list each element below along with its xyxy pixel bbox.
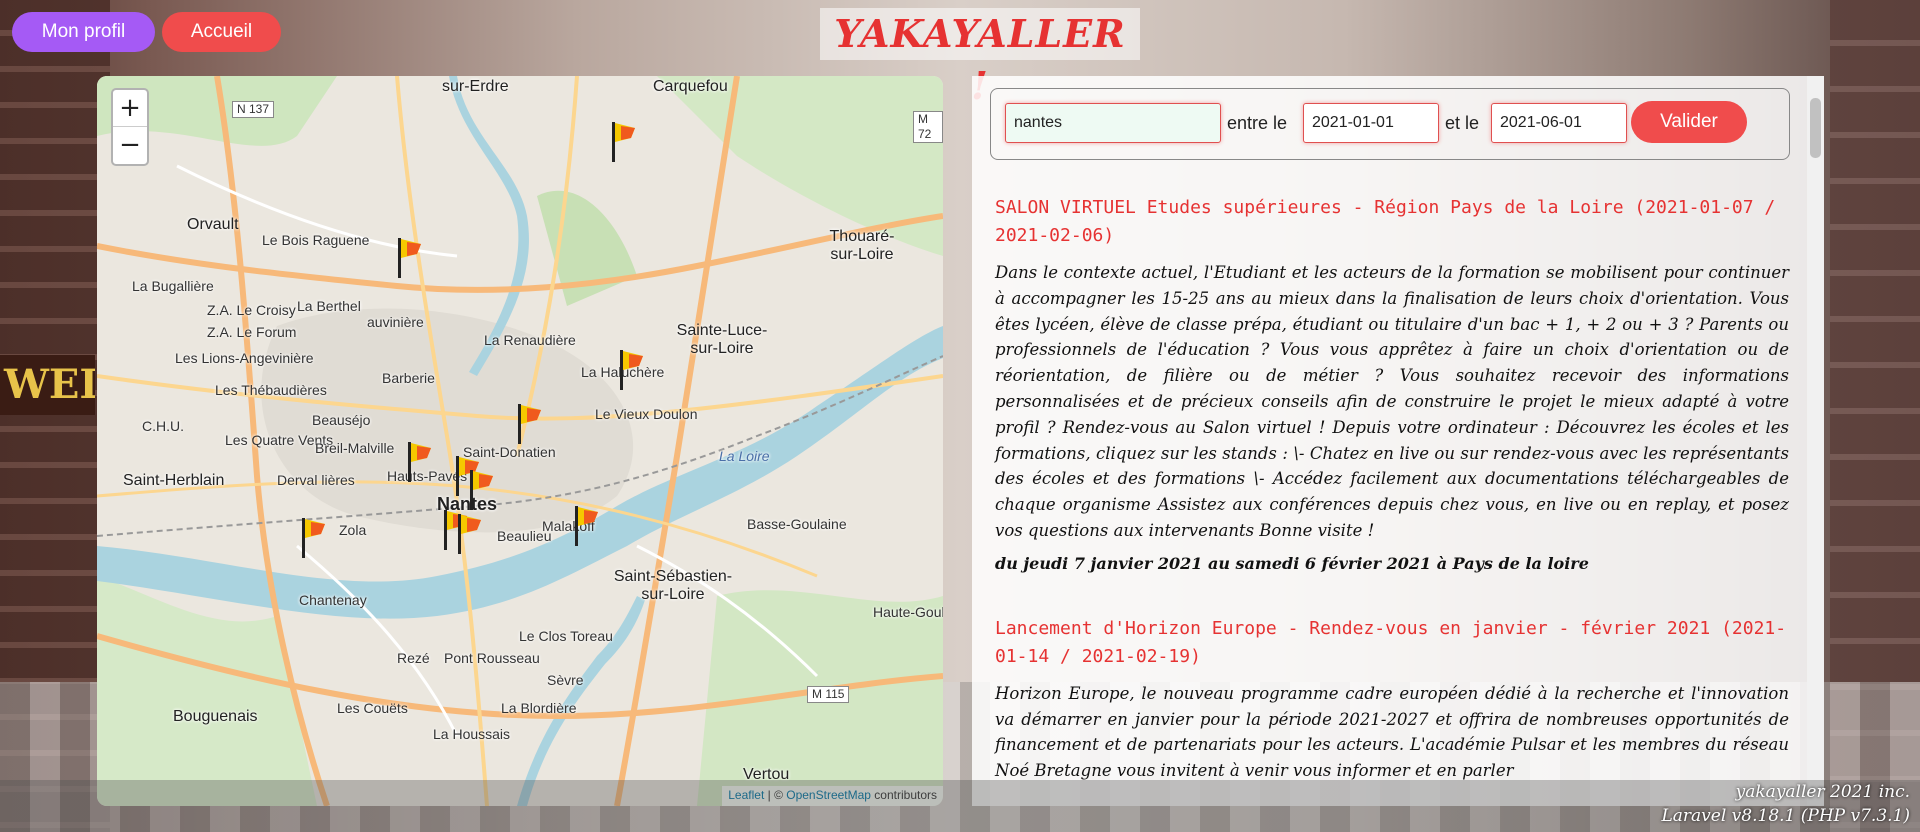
profile-button[interactable]: Mon profil [12,12,155,52]
map-place-label: Beaulieu [497,528,552,544]
search-form: entre le et le Valider [990,88,1790,160]
map-place-label: Saint-Sébastien-sur-Loire [613,568,733,603]
map-place-label: La Bugallière [132,278,214,294]
road-badge: M 115 [807,686,850,703]
zoom-out-button[interactable]: − [113,127,147,164]
between-label: entre le [1227,113,1288,133]
map-place-label: Sainte-Luce-sur-Loire [676,322,768,357]
map-marker-flag-icon[interactable] [395,236,425,280]
map-place-label: Barberie [382,370,435,386]
submit-button[interactable]: Valider [1631,101,1747,143]
map-marker-flag-icon[interactable] [299,516,329,560]
home-button[interactable]: Accueil [162,12,281,52]
map-marker-flag-icon[interactable] [572,504,602,548]
map-place-label: Breil-Malville [315,440,395,456]
map-place-label: Le Vieux Doulon [595,406,698,422]
event-item: Lancement d'Horizon Europe - Rendez-vous… [995,615,1789,784]
map-place-label: Carquefou [653,78,728,95]
map-container[interactable]: N 137 M 72 M 115 sur-Erdre Carquefou Orv… [97,76,943,806]
map-place-label: Haute-Goul [873,604,943,620]
events-panel[interactable]: entre le et le Valider SALON VIRTUEL Etu… [972,76,1824,806]
map-place-label: Thouaré-sur-Loire [829,228,895,263]
road-badge: N 137 [232,101,275,118]
map-marker-flag-icon[interactable] [455,512,485,556]
map-place-label: Beauséjo [312,412,371,428]
zoom-control: + − [111,88,149,166]
city-input[interactable] [1005,103,1221,143]
map-place-label: sur-Erdre [442,78,509,95]
road-badge: M 72 [913,111,943,143]
event-dates: du jeudi 7 janvier 2021 au samedi 6 févr… [995,553,1589,573]
event-description: Dans le contexte actuel, l'Etudiant et l… [995,263,1789,540]
map-marker-flag-icon[interactable] [405,440,435,484]
map-place-label: Bouguenais [173,708,258,725]
event-list: SALON VIRTUEL Etudes supérieures - Régio… [995,194,1789,806]
scrollbar-thumb[interactable] [1810,98,1821,158]
map-place-label: Z.A. Le Forum [207,324,297,340]
map-place-label: Derval lières [277,472,355,488]
event-title[interactable]: SALON VIRTUEL Etudes supérieures - Régio… [995,194,1789,250]
map-place-label: La Berthel [297,298,361,314]
panel-scrollbar[interactable] [1807,76,1824,806]
background-shop-sign: WELLS [0,355,95,415]
map-place-label: auvinière [367,314,424,330]
map-place-label: Orvault [187,216,239,233]
map-place-label: Rezé [397,650,430,666]
and-label: et le [1445,113,1480,133]
map-place-label: Les Couëts [337,700,408,716]
map-place-label: Pont Rousseau [444,650,540,666]
footer-strip [0,780,1920,832]
date-from-input[interactable] [1303,103,1439,143]
map-marker-flag-icon[interactable] [467,468,497,512]
date-to-input[interactable] [1491,103,1627,143]
map-marker-flag-icon[interactable] [617,348,647,392]
map-place-label: Le Clos Toreau [519,628,613,644]
map-place-label: Zola [339,522,367,538]
footer-version: Laravel v8.18.1 (PHP v7.3.1) [1661,806,1910,826]
map-place-label: Le Bois Raguene [262,232,370,248]
map-place-label: C.H.U. [142,418,184,434]
map-place-label: Basse-Goulaine [747,516,847,532]
footer-copyright: yakayaller 2021 inc. [1735,782,1910,802]
map-place-label: La Blordière [501,700,577,716]
map-place-label: Chantenay [299,592,367,608]
zoom-in-button[interactable]: + [113,90,147,127]
map-place-label: Les Lions-Angevinière [175,350,314,366]
event-item: SALON VIRTUEL Etudes supérieures - Régio… [995,194,1789,573]
map-place-label: Saint-Herblain [123,472,225,489]
map-marker-flag-icon[interactable] [609,120,639,164]
brand-logo: YAKAYALLER ! [820,8,1140,108]
map-place-label: Sèvre [547,672,584,688]
map-place-label: Les Thébaudières [215,382,327,398]
footer: yakayaller 2021 inc. Laravel v8.18.1 (PH… [1661,780,1910,828]
map-place-label: La Houssais [433,726,511,742]
map-place-label: Z.A. Le Croisy [207,302,296,318]
map-marker-flag-icon[interactable] [515,402,545,446]
map-place-label: La Loire [719,448,770,464]
map-place-label: La Renaudière [484,332,576,348]
event-description: Horizon Europe, le nouveau programme cad… [995,683,1789,781]
event-title[interactable]: Lancement d'Horizon Europe - Rendez-vous… [995,615,1789,671]
